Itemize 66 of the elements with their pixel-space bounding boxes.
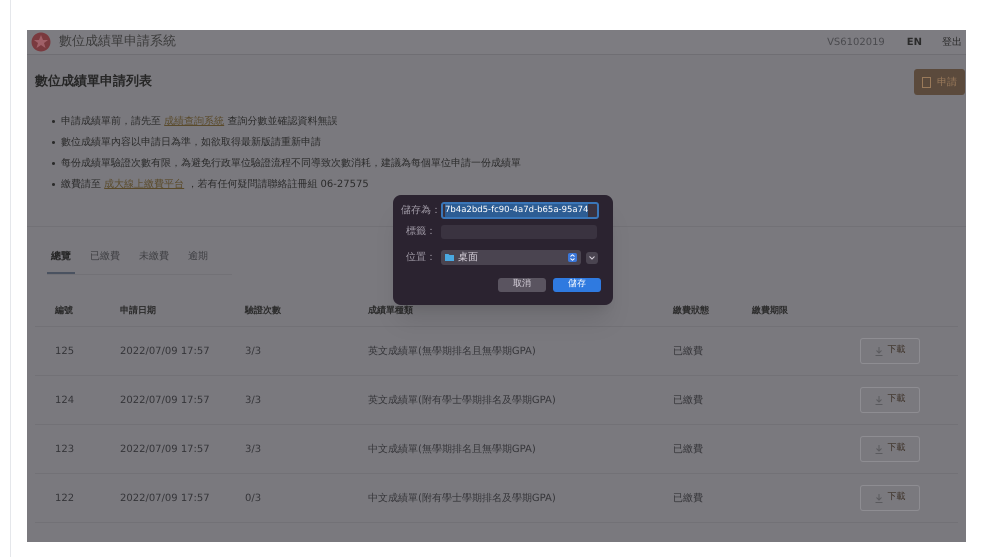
table-cell: 2022/07/09 17:57 [120,444,210,454]
download-icon [874,444,882,454]
table-cell: 123 [55,444,74,454]
notice-text: 數位成績單內容以申請日為準，如欲取得最新版請重新申請 [61,136,321,150]
field-label: 位置： [405,250,437,265]
table-cell: 中文成績單(附有學士學期排名及學期GPA) [368,492,556,504]
table-cell: 3/3 [245,394,262,406]
notice-link[interactable]: 成績查詢系統 [164,116,224,127]
table-cell: 2022/07/09 17:57 [120,346,210,356]
location-select[interactable]: 桌面 [441,250,581,265]
stepper-icon [568,253,577,262]
filter-tab[interactable]: 已繳費 [86,249,124,274]
notice-text: 繳費請至 成大線上繳費平台 ，若有任何疑問請聯絡註冊組 06-27575 [61,178,369,192]
logout-link[interactable]: 登出 [942,34,962,50]
table-cell: 3/3 [245,444,262,454]
table-cell: 中文成績單(無學期排名且無學期GPA) [368,444,536,454]
download-icon [874,396,882,404]
filter-tab[interactable]: 逾期 [184,249,212,274]
table-cell: 英文成績單(附有學士學期排名及學期GPA) [368,394,556,406]
field-label: 標籤： [405,224,437,239]
table-cell: 已繳費 [673,346,703,356]
language-link[interactable]: EN [906,34,922,50]
chevron-down-icon [589,256,595,260]
notice-text: 申請成績單前，請先至 成績查詢系統 查詢分數並確認資料無誤 [61,114,338,129]
page-title: 數位成績單申請列表 [35,73,152,92]
folder-icon [445,254,454,261]
emblem-logo-icon [31,32,51,52]
bullet-icon [52,162,55,165]
column-header: 申請日期 [120,304,157,318]
column-header: 繳費狀態 [673,304,710,318]
download-button[interactable]: 下載 [860,387,920,413]
table-cell: 125 [55,346,74,356]
download-button[interactable]: 下載 [860,436,920,462]
download-button[interactable]: 下載 [860,338,920,364]
table-cell: 英文成績單(無學期排名且無學期GPA) [368,346,536,356]
download-icon [874,494,882,502]
notice-text: 每份成績單驗證次數有限，為避免行政單位驗證流程不同導致次數消耗，建議為每個單位申請一份成績單 [61,156,521,171]
expand-button[interactable] [586,252,598,264]
table-cell: 124 [55,394,74,406]
filename-field[interactable]: 7b4a2bd5-fc90-4a7d-b65a-95a74 [441,202,599,219]
bullet-icon [52,120,55,123]
document-icon [922,76,931,88]
apply-button[interactable]: 申請 [914,69,965,95]
column-header: 驗證次數 [245,304,282,318]
column-header: 成績單種類 [368,304,414,318]
app-title: 數位成績單申請系統 [59,33,176,52]
bullet-icon [52,183,55,186]
table-cell: 122 [55,492,74,504]
field-label: 儲存為： [401,204,441,218]
table-cell: 已繳費 [673,394,703,406]
filter-tab[interactable]: 未繳費 [135,249,173,274]
filter-tab[interactable]: 總覽 [47,249,75,274]
table-cell: 已繳費 [673,492,703,504]
save-button[interactable]: 儲存 [553,278,601,292]
download-icon [874,346,882,356]
table-cell: 0/3 [245,492,262,504]
notice-link[interactable]: 成大線上繳費平台 [104,179,184,190]
cancel-button[interactable]: 取消 [498,278,546,292]
download-button[interactable]: 下載 [860,485,920,511]
column-header: 編號 [55,304,74,318]
table-cell: 已繳費 [673,444,703,454]
table-cell: 3/3 [245,346,262,356]
column-header: 繳費期限 [752,304,789,318]
table-cell: 2022/07/09 17:57 [120,492,210,504]
table-cell: 2022/07/09 17:57 [120,394,210,406]
bullet-icon [52,141,55,144]
